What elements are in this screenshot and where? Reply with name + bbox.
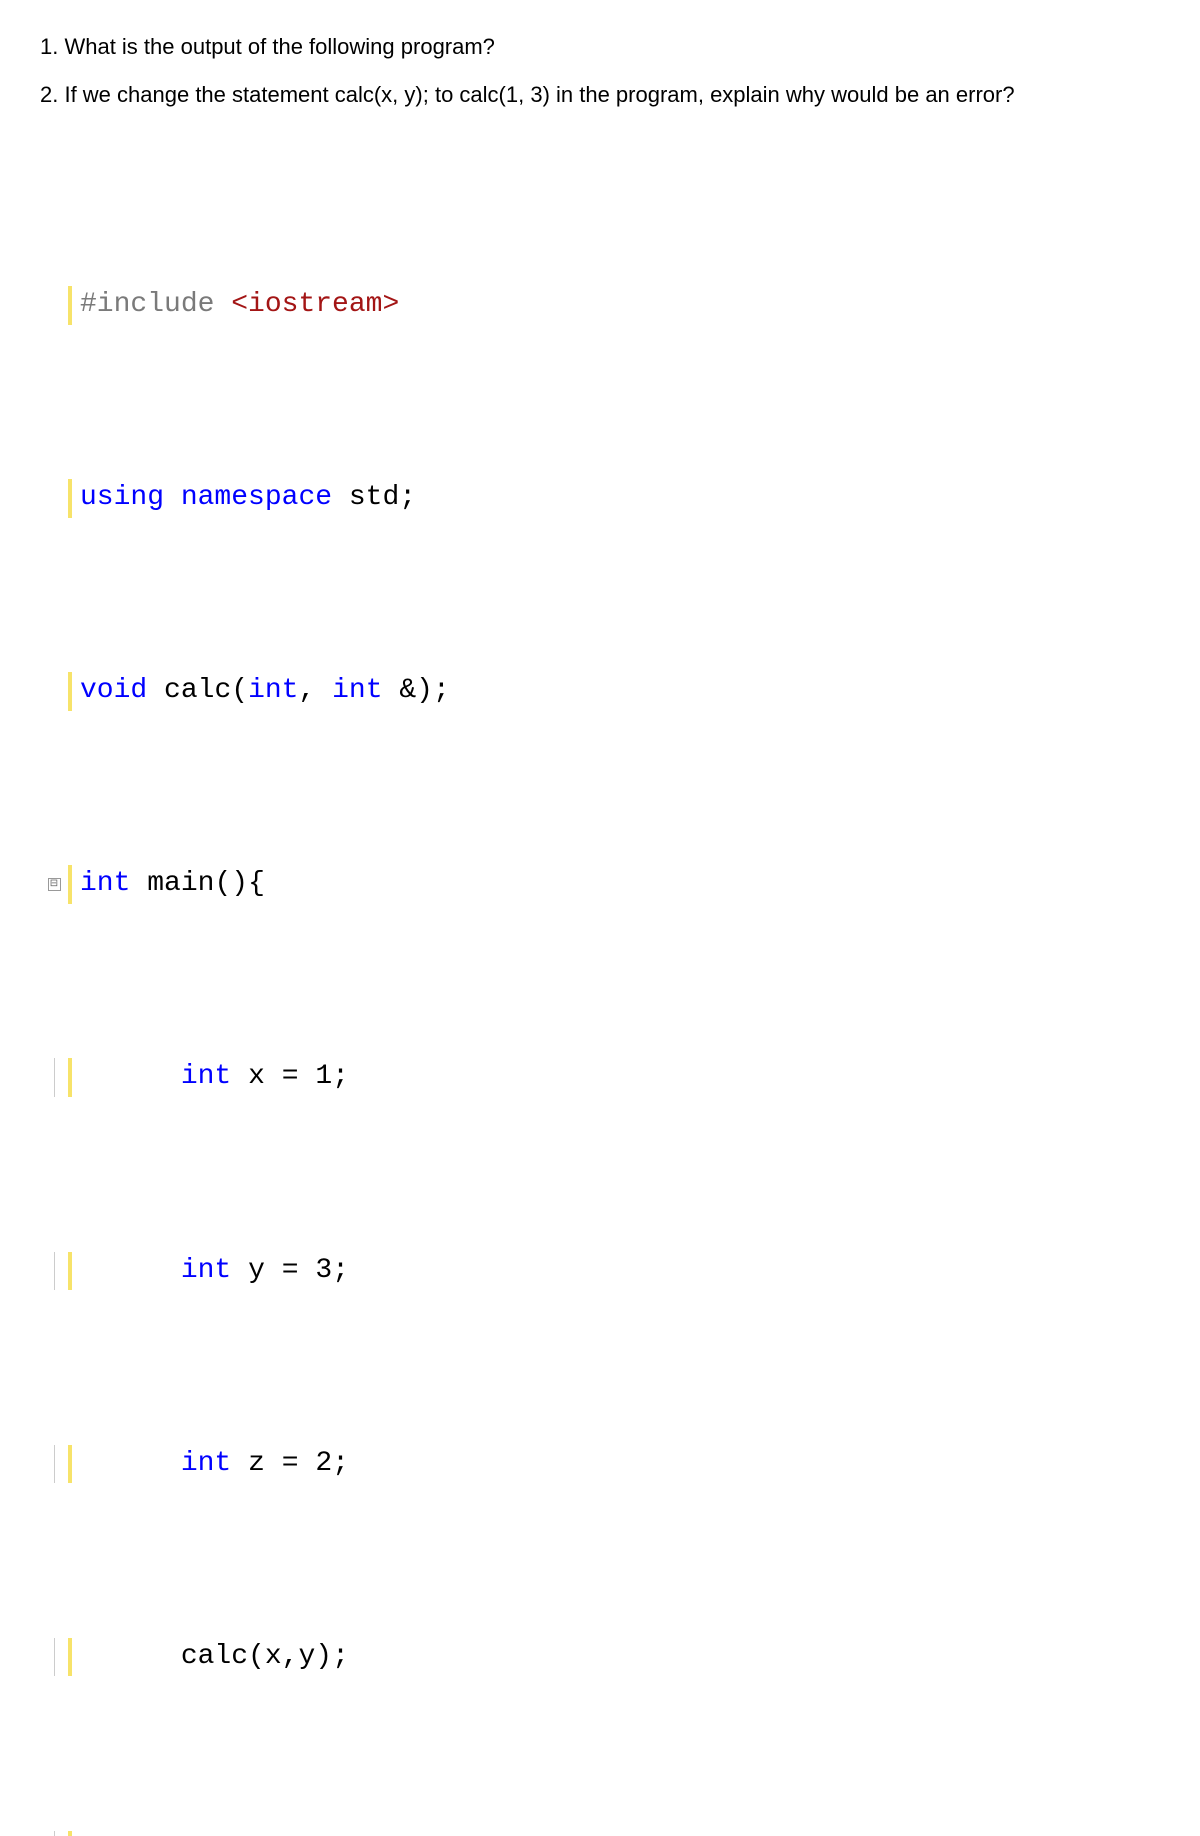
change-bar [68,865,72,904]
tok-void: void [80,675,147,706]
gutter [40,1058,68,1097]
change-bar [68,286,72,325]
change-bar [68,479,72,518]
code-line: cout<<x<<" " << y<< " "<< z <<endl; [40,1831,1160,1836]
tok-int: int [181,1255,231,1286]
tok-calc: calc [181,1641,248,1672]
tok-comma: , [282,1641,299,1672]
tok-amp: & [399,675,416,706]
tok-semi: ; [399,482,416,513]
tok-endl: endl [685,1834,752,1836]
code-line: ⊟ int main(){ [40,865,1160,904]
tok-semi: ; [332,1255,349,1286]
tok-std: std [349,482,399,513]
tok-int: int [332,675,382,706]
tok-y: y [450,1834,467,1836]
code-line: int x = 1; [40,1058,1160,1097]
tok-eq: = [282,1061,299,1092]
tok-rparen: ) [231,868,248,899]
tok-z: z [618,1834,635,1836]
tok-int: int [248,675,298,706]
change-bar [68,1058,72,1097]
tok-semi: ; [332,1641,349,1672]
tok-num: 1 [315,1061,332,1092]
tok-include-lib: <iostream> [231,289,399,320]
gutter [40,286,68,325]
code-line: void calc(int, int &); [40,672,1160,711]
gutter [40,479,68,518]
tok-x: x [248,1061,265,1092]
tok-str: " " [332,1834,382,1836]
tok-main: main [147,868,214,899]
question-1: 1. What is the output of the following p… [40,32,1160,62]
tok-lparen: ( [248,1641,265,1672]
tok-ltlt: << [399,1834,433,1836]
tok-semi: ; [332,1448,349,1479]
change-bar [68,1831,72,1836]
tok-semi: ; [752,1834,769,1836]
tok-obrace: { [248,868,265,899]
code-line: calc(x,y); [40,1638,1160,1677]
tok-x: x [282,1834,299,1836]
tok-using: using [80,482,164,513]
code-line: int z = 2; [40,1445,1160,1484]
tok-calc: calc [164,675,231,706]
change-bar [68,672,72,711]
tok-cout: cout [181,1834,248,1836]
gutter [40,1831,68,1836]
change-bar [68,1638,72,1677]
tok-ltlt: << [567,1834,601,1836]
tok-semi: ; [332,1061,349,1092]
gutter [40,1445,68,1484]
tok-y: y [298,1641,315,1672]
gutter [40,672,68,711]
code-line: #include <iostream> [40,286,1160,325]
tok-ltlt: << [467,1834,501,1836]
tok-z: z [248,1448,265,1479]
tok-lparen: ( [231,675,248,706]
tok-semi: ; [433,675,450,706]
tok-include: #include [80,289,214,320]
fold-icon[interactable]: ⊟ [40,865,68,904]
code-line: using namespace std; [40,479,1160,518]
tok-str: " " [517,1834,567,1836]
tok-num: 3 [315,1255,332,1286]
question-2: 2. If we change the statement calc(x, y)… [40,80,1160,110]
change-bar [68,1445,72,1484]
gutter [40,1638,68,1677]
tok-num: 2 [315,1448,332,1479]
tok-namespace: namespace [181,482,332,513]
tok-eq: = [282,1255,299,1286]
tok-lparen: ( [214,868,231,899]
tok-comma: , [298,675,315,706]
fold-minus-icon: ⊟ [48,878,61,891]
tok-int: int [181,1448,231,1479]
tok-int: int [181,1061,231,1092]
code-line: int y = 3; [40,1252,1160,1291]
change-bar [68,1252,72,1291]
tok-eq: = [282,1448,299,1479]
tok-ltlt: << [248,1834,282,1836]
tok-rparen: ) [416,675,433,706]
code-block: #include <iostream> using namespace std;… [40,131,1160,1836]
tok-rparen: ) [315,1641,332,1672]
gutter [40,1252,68,1291]
tok-y: y [248,1255,265,1286]
tok-ltlt: << [298,1834,332,1836]
tok-x: x [265,1641,282,1672]
tok-int: int [80,868,130,899]
tok-ltlt: << [651,1834,685,1836]
